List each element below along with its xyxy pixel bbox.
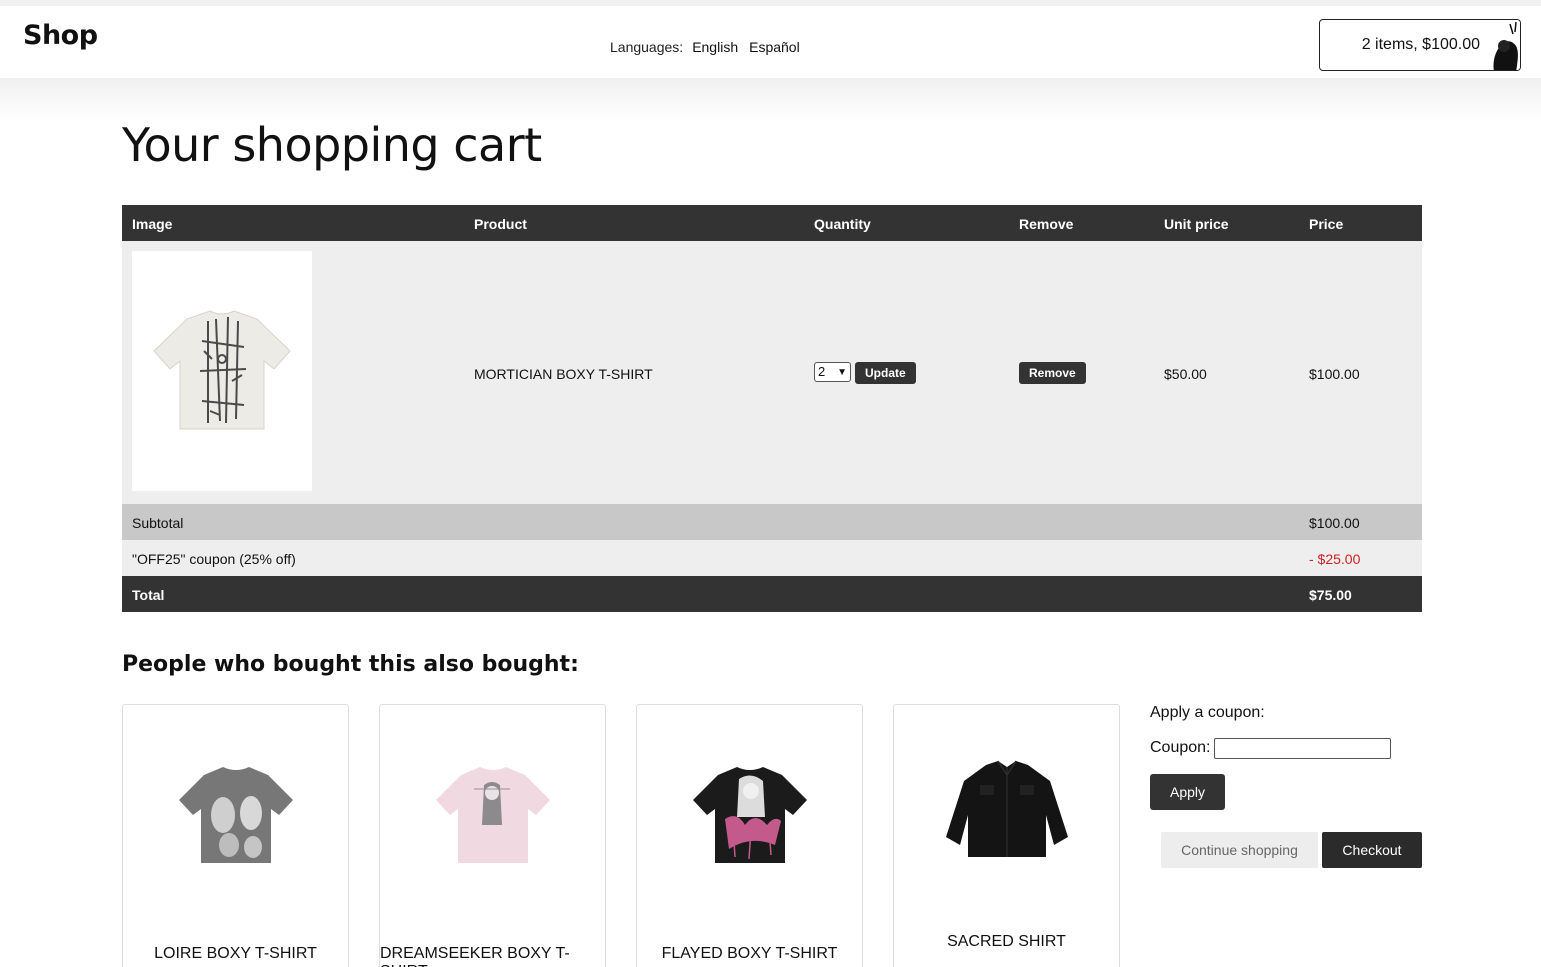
column-header-price: Price (1309, 216, 1344, 232)
total-value: $75.00 (1309, 587, 1352, 603)
pink-t-shirt-image (435, 767, 550, 863)
recommendation-name: SACRED SHIRT (947, 933, 1066, 950)
coupon-label: Coupon: (1150, 739, 1211, 756)
total-row: Total $75.00 (122, 576, 1422, 612)
header-shadow (0, 78, 1541, 122)
quantity-select[interactable]: 2 ▼ (814, 362, 851, 382)
product-name[interactable]: MORTICIAN BOXY T-SHIRT (474, 366, 653, 382)
recommendation-name: LOIRE BOXY T-SHIRT (154, 945, 317, 962)
recommendation-card[interactable]: DREAMSEEKER BOXY T-SHIRT (379, 704, 606, 967)
subtotal-value: $100.00 (1309, 515, 1360, 531)
grey-t-shirt-image (178, 767, 293, 863)
language-switcher: Languages: English Español (610, 39, 800, 55)
black-t-shirt-image (692, 767, 807, 863)
language-spanish-link[interactable]: Español (749, 39, 800, 55)
cart-summary-text: 2 items, $100.00 (1361, 36, 1480, 53)
cart-avatar-icon (1480, 20, 1520, 70)
t-shirt-image[interactable] (132, 251, 312, 491)
subtotal-row: Subtotal $100.00 (122, 504, 1422, 540)
page-title: Your shopping cart (122, 118, 542, 172)
coupon-discount-value: - $25.00 (1309, 551, 1361, 567)
column-header-unit-price: Unit price (1164, 216, 1229, 232)
coupon-title: Apply a coupon: (1150, 704, 1265, 721)
black-shirt-image (945, 760, 1068, 857)
remove-item-button[interactable]: Remove (1019, 362, 1086, 384)
cart-summary-button[interactable]: 2 items, $100.00 (1319, 19, 1521, 71)
column-header-remove: Remove (1019, 216, 1074, 232)
unit-price: $50.00 (1164, 366, 1207, 382)
chevron-down-icon: ▼ (837, 367, 847, 378)
column-header-quantity: Quantity (814, 216, 871, 232)
column-header-product: Product (474, 216, 527, 232)
language-english-link[interactable]: English (692, 39, 738, 55)
recommendation-name: DREAMSEEKER BOXY T-SHIRT (380, 945, 570, 967)
update-quantity-button[interactable]: Update (855, 362, 916, 384)
coupon-discount-row: "OFF25" coupon (25% off) - $25.00 (122, 540, 1422, 576)
languages-label: Languages: (610, 39, 684, 55)
shop-logo[interactable]: Shop (23, 20, 98, 51)
subtotal-label: Subtotal (132, 515, 184, 531)
quantity-value: 2 (818, 364, 826, 379)
recommendation-card[interactable]: LOIRE BOXY T-SHIRT (122, 704, 349, 967)
column-header-image: Image (132, 216, 173, 232)
recommendation-name: FLAYED BOXY T-SHIRT (661, 945, 838, 962)
coupon-discount-label: "OFF25" coupon (25% off) (132, 551, 296, 567)
table-row: MORTICIAN BOXY T-SHIRT 2 ▼ Update Remove… (122, 241, 1422, 504)
line-price: $100.00 (1309, 366, 1360, 382)
apply-coupon-button[interactable]: Apply (1150, 774, 1225, 810)
recommendation-card[interactable]: SACRED SHIRT (893, 704, 1120, 967)
coupon-input[interactable] (1214, 738, 1391, 759)
checkout-button[interactable]: Checkout (1322, 832, 1422, 868)
site-header: Shop Languages: English Español 2 items,… (0, 0, 1541, 78)
continue-shopping-button[interactable]: Continue shopping (1161, 832, 1318, 868)
table-header: Image Product Quantity Remove Unit price… (122, 205, 1422, 241)
recommendation-card[interactable]: FLAYED BOXY T-SHIRT (636, 704, 863, 967)
total-label: Total (132, 587, 165, 603)
cart-table: Image Product Quantity Remove Unit price… (122, 205, 1422, 612)
also-bought-title: People who bought this also bought: (122, 652, 579, 677)
